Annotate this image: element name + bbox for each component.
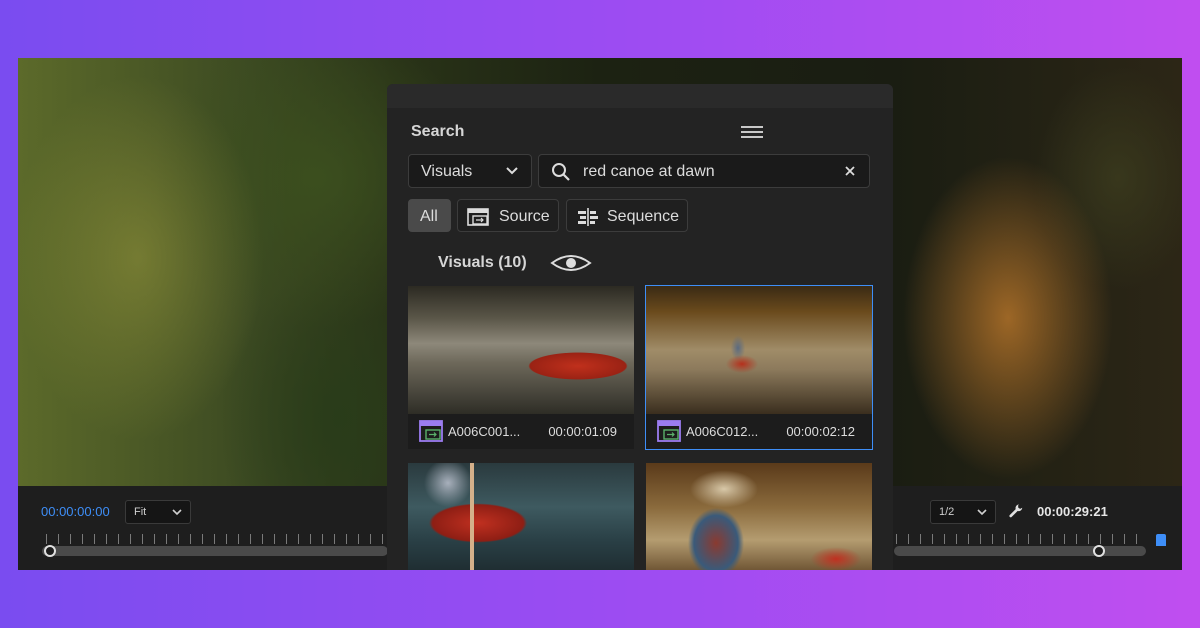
result-thumbnail <box>646 463 872 570</box>
hamburger-menu-icon[interactable] <box>741 126 763 141</box>
filter-all-button[interactable]: All <box>408 199 451 232</box>
sequence-icon <box>578 208 598 226</box>
zoom-select[interactable]: Fit <box>125 500 191 524</box>
clip-icon <box>419 420 443 442</box>
clip-name: A006C012... <box>686 424 759 439</box>
chevron-down-icon <box>172 509 182 516</box>
result-thumbnail <box>408 463 634 570</box>
wrench-icon[interactable] <box>1008 503 1024 519</box>
search-input[interactable]: red canoe at dawn <box>538 154 870 188</box>
result-card[interactable]: A006C001... 00:00:01:09 <box>408 286 634 449</box>
filter-label: All <box>420 208 438 225</box>
search-scope-value: Visuals <box>421 163 473 180</box>
scrub-bar[interactable] <box>42 546 388 556</box>
search-scope-select[interactable]: Visuals <box>408 154 532 188</box>
resolution-select[interactable]: 1/2 <box>930 500 996 524</box>
clip-icon <box>657 420 681 442</box>
clip-name: A006C001... <box>448 424 521 439</box>
result-card-selected[interactable]: A006C012... 00:00:02:12 <box>645 285 873 450</box>
results-section-label: Visuals (10) <box>438 254 527 271</box>
eye-icon[interactable] <box>550 253 592 273</box>
chevron-down-icon <box>506 167 518 175</box>
playhead-handle[interactable] <box>44 545 56 557</box>
current-timecode[interactable]: 00:00:00:00 <box>41 504 110 519</box>
search-query: red canoe at dawn <box>583 163 715 180</box>
end-marker[interactable] <box>1156 534 1166 546</box>
panel-title: Search <box>411 123 465 140</box>
total-duration: 00:00:29:21 <box>1037 504 1108 519</box>
zoom-select-value: Fit <box>134 506 147 518</box>
clip-duration: 00:00:02:12 <box>786 424 855 439</box>
result-meta: A006C001... 00:00:01:09 <box>408 414 634 449</box>
filter-label: Sequence <box>607 208 680 225</box>
time-ruler <box>896 534 1146 544</box>
filter-source-button[interactable]: Source <box>457 199 559 232</box>
paddle-shape <box>470 463 474 570</box>
result-meta: A006C012... 00:00:02:12 <box>646 414 872 449</box>
scrub-bar[interactable] <box>894 546 1146 556</box>
clip-duration: 00:00:01:09 <box>548 424 617 439</box>
filter-sequence-button[interactable]: Sequence <box>566 199 688 232</box>
source-clip-icon <box>467 208 489 226</box>
time-ruler <box>46 534 386 544</box>
out-point-handle[interactable] <box>1093 545 1105 557</box>
search-panel: Search Visuals red canoe at dawn All Sou… <box>387 84 893 570</box>
result-card[interactable] <box>646 463 872 570</box>
result-card[interactable] <box>408 463 634 570</box>
close-icon[interactable] <box>841 162 859 180</box>
resolution-select-value: 1/2 <box>939 506 955 518</box>
search-icon <box>552 163 570 181</box>
result-thumbnail <box>408 286 634 414</box>
panel-header-strip <box>387 84 893 108</box>
chevron-down-icon <box>977 509 987 516</box>
filter-label: Source <box>499 208 550 225</box>
result-thumbnail <box>646 286 872 414</box>
